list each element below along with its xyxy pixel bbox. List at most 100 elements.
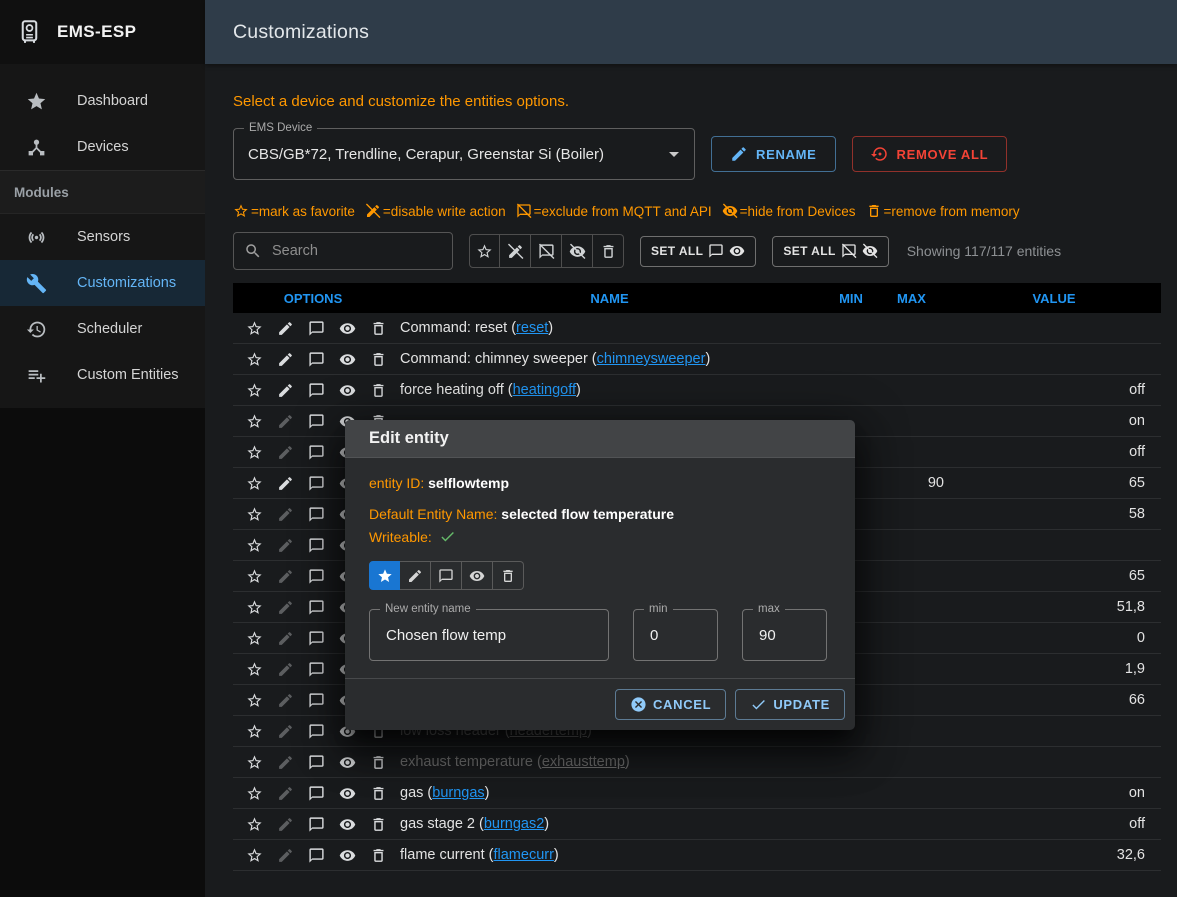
favorite-star-icon[interactable] [242, 316, 266, 340]
edit-pencil-icon[interactable] [273, 657, 297, 681]
mqtt-exclude-icon[interactable] [304, 812, 328, 836]
dialog-toggle-eye[interactable] [462, 561, 493, 590]
visibility-icon[interactable] [335, 843, 359, 867]
favorite-star-icon[interactable] [242, 657, 266, 681]
entity-id-link[interactable]: burngas2 [484, 816, 544, 832]
visibility-icon[interactable] [335, 750, 359, 774]
mqtt-exclude-icon[interactable] [304, 440, 328, 464]
mqtt-exclude-icon[interactable] [304, 781, 328, 805]
edit-pencil-icon[interactable] [273, 812, 297, 836]
edit-pencil-icon[interactable] [273, 533, 297, 557]
mqtt-exclude-icon[interactable] [304, 688, 328, 712]
edit-pencil-icon[interactable] [273, 781, 297, 805]
dialog-toggle-trash[interactable] [493, 561, 524, 590]
delete-icon[interactable] [366, 781, 390, 805]
entity-id-link[interactable]: heatingoff [513, 382, 576, 398]
min-input[interactable] [648, 626, 703, 645]
sidebar-item-custom-entities[interactable]: Custom Entities [0, 352, 205, 398]
mqtt-exclude-icon[interactable] [304, 626, 328, 650]
delete-icon[interactable] [366, 750, 390, 774]
remove-all-button[interactable]: REMOVE ALL [852, 136, 1008, 172]
mqtt-exclude-icon[interactable] [304, 316, 328, 340]
set-all-on-button[interactable]: SET ALL [640, 236, 756, 267]
edit-pencil-icon[interactable] [273, 378, 297, 402]
edit-pencil-icon[interactable] [273, 595, 297, 619]
visibility-icon[interactable] [335, 812, 359, 836]
favorite-star-icon[interactable] [242, 502, 266, 526]
mqtt-exclude-icon[interactable] [304, 502, 328, 526]
favorite-star-icon[interactable] [242, 564, 266, 588]
entity-id-link[interactable]: exhausttemp [542, 754, 625, 770]
mqtt-exclude-icon[interactable] [304, 564, 328, 588]
delete-icon[interactable] [366, 316, 390, 340]
dialog-toggle-star-filled[interactable] [369, 561, 400, 590]
mqtt-exclude-icon[interactable] [304, 657, 328, 681]
sidebar-item-devices[interactable]: Devices [0, 124, 205, 170]
edit-pencil-icon[interactable] [273, 564, 297, 588]
search-input[interactable] [270, 242, 442, 260]
sidebar-item-dashboard[interactable]: Dashboard [0, 78, 205, 124]
entity-id-link[interactable]: burngas [432, 785, 484, 801]
favorite-star-icon[interactable] [242, 812, 266, 836]
delete-icon[interactable] [366, 347, 390, 371]
delete-icon[interactable] [366, 812, 390, 836]
mqtt-exclude-icon[interactable] [304, 347, 328, 371]
edit-pencil-icon[interactable] [273, 347, 297, 371]
ems-device-select[interactable]: EMS Device CBS/GB*72, Trendline, Cerapur… [233, 128, 695, 180]
sidebar-item-sensors[interactable]: Sensors [0, 214, 205, 260]
dialog-toggle-edit[interactable] [400, 561, 431, 590]
mqtt-exclude-icon[interactable] [304, 533, 328, 557]
entity-id-link[interactable]: reset [516, 320, 548, 336]
visibility-icon[interactable] [335, 781, 359, 805]
filter-comment-off-button[interactable] [531, 234, 562, 268]
filter-edit-off-button[interactable] [500, 234, 531, 268]
sidebar-item-scheduler[interactable]: Scheduler [0, 306, 205, 352]
favorite-star-icon[interactable] [242, 595, 266, 619]
edit-pencil-icon[interactable] [273, 471, 297, 495]
favorite-star-icon[interactable] [242, 409, 266, 433]
edit-pencil-icon[interactable] [273, 440, 297, 464]
set-all-off-button[interactable]: SET ALL [772, 236, 888, 267]
cancel-button[interactable]: CANCEL [615, 689, 726, 720]
delete-icon[interactable] [366, 378, 390, 402]
visibility-icon[interactable] [335, 378, 359, 402]
rename-button[interactable]: RENAME [711, 136, 836, 172]
visibility-icon[interactable] [335, 316, 359, 340]
favorite-star-icon[interactable] [242, 440, 266, 464]
favorite-star-icon[interactable] [242, 533, 266, 557]
favorite-star-icon[interactable] [242, 843, 266, 867]
favorite-star-icon[interactable] [242, 688, 266, 712]
search-field[interactable] [233, 232, 453, 270]
edit-pencil-icon[interactable] [273, 502, 297, 526]
edit-pencil-icon[interactable] [273, 750, 297, 774]
delete-icon[interactable] [366, 843, 390, 867]
sidebar-item-customizations[interactable]: Customizations [0, 260, 205, 306]
favorite-star-icon[interactable] [242, 626, 266, 650]
favorite-star-icon[interactable] [242, 347, 266, 371]
filter-star-button[interactable] [469, 234, 500, 268]
max-input[interactable] [757, 626, 812, 645]
mqtt-exclude-icon[interactable] [304, 409, 328, 433]
visibility-icon[interactable] [335, 347, 359, 371]
mqtt-exclude-icon[interactable] [304, 595, 328, 619]
edit-pencil-icon[interactable] [273, 719, 297, 743]
new-entity-name-field[interactable]: New entity name [369, 609, 609, 661]
favorite-star-icon[interactable] [242, 750, 266, 774]
mqtt-exclude-icon[interactable] [304, 750, 328, 774]
mqtt-exclude-icon[interactable] [304, 843, 328, 867]
edit-pencil-icon[interactable] [273, 688, 297, 712]
entity-id-link[interactable]: chimneysweeper [597, 351, 706, 367]
favorite-star-icon[interactable] [242, 719, 266, 743]
favorite-star-icon[interactable] [242, 378, 266, 402]
max-field[interactable]: max [742, 609, 827, 661]
filter-eye-off-button[interactable] [562, 234, 593, 268]
edit-pencil-icon[interactable] [273, 316, 297, 340]
mqtt-exclude-icon[interactable] [304, 471, 328, 495]
filter-trash-button[interactable] [593, 234, 624, 268]
mqtt-exclude-icon[interactable] [304, 719, 328, 743]
edit-pencil-icon[interactable] [273, 409, 297, 433]
favorite-star-icon[interactable] [242, 471, 266, 495]
new-entity-name-input[interactable] [384, 626, 594, 645]
mqtt-exclude-icon[interactable] [304, 378, 328, 402]
min-field[interactable]: min [633, 609, 718, 661]
